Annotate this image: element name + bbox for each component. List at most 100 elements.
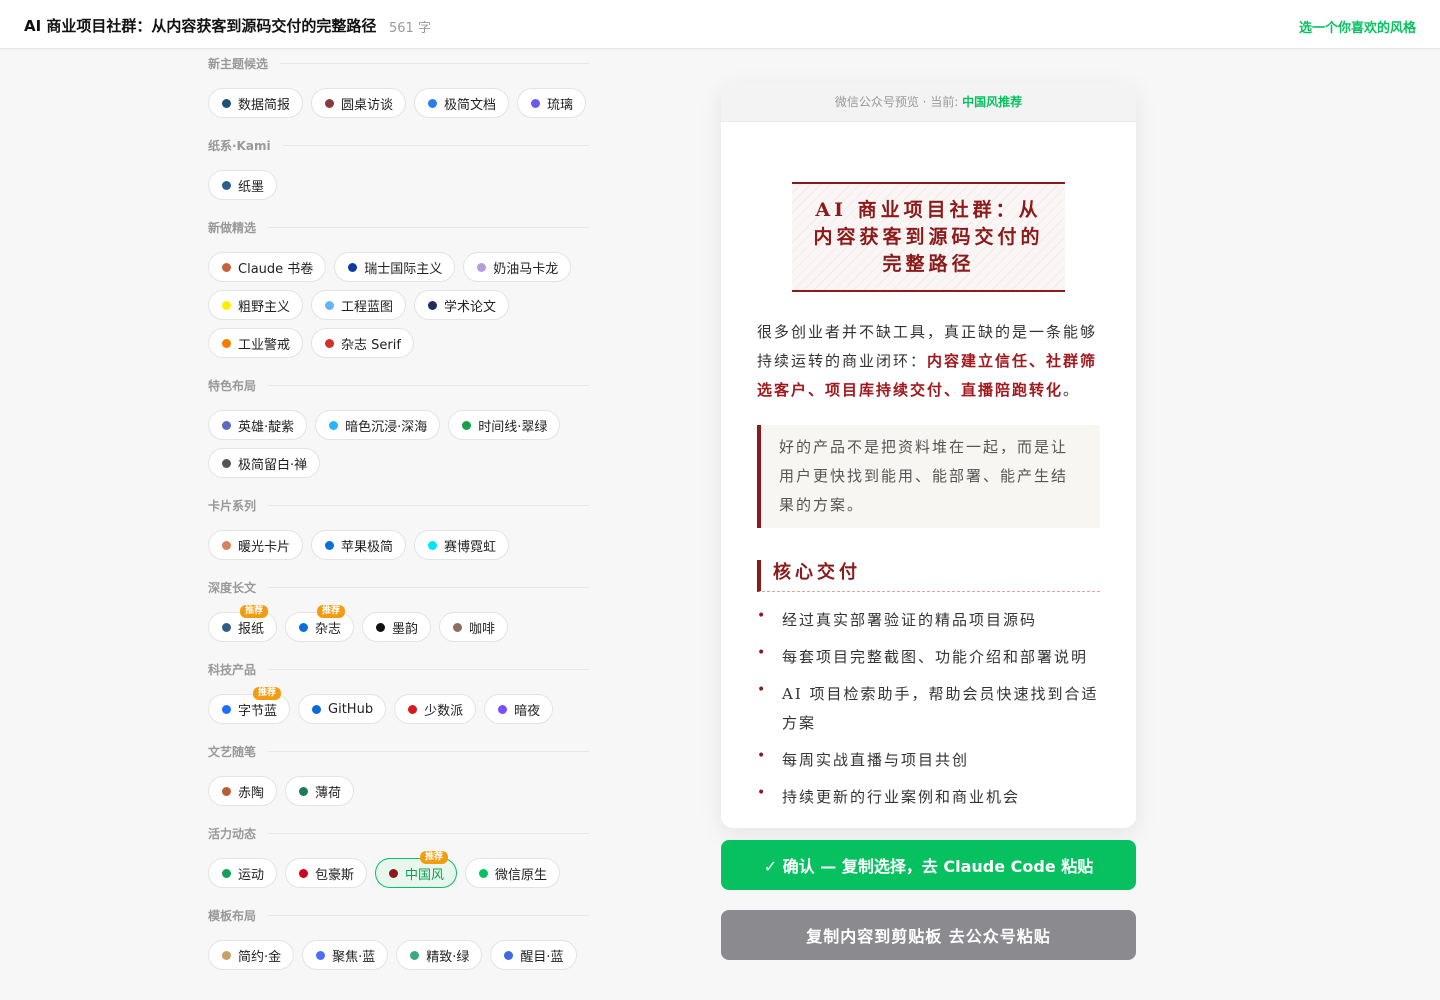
divider [280, 63, 589, 64]
paragraph-end: 。 [1063, 381, 1081, 399]
list-item: 经过真实部署验证的精品项目源码 [757, 602, 1100, 635]
theme-chip-label: 赛博霓虹 [444, 539, 497, 555]
theme-chip-label: 薄荷 [315, 785, 342, 801]
theme-chip-label: 时间线·翠绿 [478, 419, 548, 435]
theme-chip[interactable]: 瑞士国际主义 [334, 252, 456, 282]
theme-chip-label: 瑞士国际主义 [364, 261, 443, 277]
theme-chip[interactable]: 苹果极简 [311, 530, 407, 560]
theme-chip-label: 咖啡 [469, 621, 496, 637]
confirm-copy-selection-button[interactable]: ✓ 确认 — 复制选择，去 Claude Code 粘贴 [721, 840, 1136, 890]
theme-chip[interactable]: 少数派 [394, 694, 477, 724]
theme-chip-group: 简约·金 聚焦·蓝 精致·绿 醒目·蓝 [208, 929, 589, 984]
theme-group-header: 模板布局 [208, 902, 589, 929]
theme-chip[interactable]: 工程蓝图 [311, 290, 407, 320]
theme-chip[interactable]: 极简文档 [414, 88, 510, 118]
theme-chip[interactable]: Claude 书卷 [208, 252, 327, 282]
theme-chip[interactable]: 聚焦·蓝 [302, 940, 389, 970]
list-item: 持续更新的行业案例和商业机会 [757, 779, 1100, 812]
theme-chip-label: 墨韵 [392, 621, 419, 637]
theme-chip[interactable]: 暖光卡片 [208, 530, 304, 560]
color-dot-icon [222, 338, 231, 348]
theme-chip[interactable]: 时间线·翠绿 [448, 410, 561, 440]
color-dot-icon [222, 622, 231, 632]
theme-chip[interactable]: 墨韵 [362, 612, 432, 642]
preview-list: 经过真实部署验证的精品项目源码每套项目完整截图、功能介绍和部署说明 AI 项目检索… [757, 602, 1100, 812]
theme-chip[interactable]: 奶油马卡龙 [463, 252, 572, 282]
theme-chip-label: 简约·金 [238, 949, 282, 965]
theme-chip-label: 醒目·蓝 [520, 949, 564, 965]
color-dot-icon [222, 540, 231, 550]
theme-chip-label: 纸墨 [238, 179, 265, 195]
color-dot-icon [479, 868, 489, 878]
color-dot-icon [222, 458, 231, 468]
theme-group-title: 活力动态 [208, 827, 257, 841]
theme-chip[interactable]: 中国风 推荐 [375, 851, 458, 888]
theme-chip[interactable]: 赛博霓虹 [414, 530, 510, 560]
theme-chip[interactable]: 圆桌访谈 [311, 88, 407, 118]
theme-chip-label: GitHub [328, 701, 374, 717]
color-dot-icon [504, 950, 514, 960]
color-dot-icon [410, 950, 420, 960]
theme-chip-label: 运动 [238, 867, 265, 883]
theme-chip[interactable]: 工业警戒 [208, 328, 304, 358]
theme-group-header: 深度长文 [208, 574, 589, 601]
theme-chip[interactable]: 琉璃 [517, 88, 587, 118]
copy-to-clipboard-button[interactable]: 复制内容到剪贴板 去公众号粘贴 [721, 910, 1136, 960]
divider [268, 751, 589, 752]
theme-chip[interactable]: 咖啡 [439, 612, 509, 642]
theme-chip[interactable]: 极简留白·禅 [208, 448, 321, 478]
theme-chip[interactable]: 包豪斯 [285, 858, 368, 888]
theme-group-title: 新主题候选 [208, 57, 269, 71]
theme-chip[interactable]: 赤陶 [208, 776, 278, 806]
theme-chip-group: 运动 包豪斯 中国风 推荐 微信原生 [208, 847, 589, 902]
theme-chip-label: 字节蓝 [238, 703, 278, 719]
color-dot-icon [222, 300, 231, 310]
theme-chip-label: 精致·绿 [426, 949, 470, 965]
theme-chip[interactable]: GitHub [298, 694, 387, 724]
theme-chip-label: 奶油马卡龙 [493, 261, 559, 277]
divider [268, 915, 589, 916]
theme-chip[interactable]: 精致·绿 [396, 940, 483, 970]
theme-chip-label: 少数派 [424, 703, 464, 719]
divider [268, 833, 589, 834]
theme-chip-label: 英雄·靛紫 [238, 419, 295, 435]
article-title: AI 商业项目社群：从内容获客到源码交付的完整路径 [24, 17, 377, 35]
theme-chip[interactable]: 简约·金 [208, 940, 295, 970]
theme-group-header: 纸系·Kami [208, 132, 589, 159]
theme-chip[interactable]: 杂志 Serif [311, 328, 414, 358]
theme-chip[interactable]: 运动 [208, 858, 278, 888]
theme-group-header: 新做精选 [208, 214, 589, 241]
theme-chip[interactable]: 字节蓝 推荐 [208, 687, 291, 724]
theme-chip-label: 数据简报 [238, 97, 291, 113]
theme-chip[interactable]: 微信原生 [465, 858, 561, 888]
preview-section-title: 核心交付 [757, 560, 1100, 592]
theme-chip[interactable]: 报纸 推荐 [208, 605, 278, 642]
theme-chip[interactable]: 学术论文 [414, 290, 510, 320]
theme-group-title: 卡片系列 [208, 499, 257, 513]
theme-chip-label: 报纸 [238, 621, 265, 637]
top-bar: AI 商业项目社群：从内容获客到源码交付的完整路径 561 字 选一个你喜欢的风… [0, 0, 1440, 49]
theme-group-title: 文艺随笔 [208, 745, 257, 759]
color-dot-icon [312, 704, 322, 714]
divider [268, 669, 589, 670]
theme-chip-label: 极简文档 [444, 97, 497, 113]
theme-chip[interactable]: 数据简报 [208, 88, 304, 118]
wechat-preview: 微信公众号预览 · 当前: 中国风推荐 AI 商业项目社群：从内容获客到源码交付… [721, 82, 1136, 828]
theme-chip[interactable]: 薄荷 [285, 776, 355, 806]
theme-chip[interactable]: 英雄·靛紫 [208, 410, 308, 440]
theme-chip[interactable]: 粗野主义 [208, 290, 304, 320]
color-dot-icon [222, 180, 231, 190]
preview-article-title: AI 商业项目社群：从内容获客到源码交付的完整路径 [792, 182, 1065, 292]
list-item: AI 项目检索助手，帮助会员快速找到合适方案 [757, 676, 1100, 738]
theme-chip[interactable]: 暗夜 [484, 694, 554, 724]
theme-group-title: 特色布局 [208, 379, 257, 393]
color-dot-icon [453, 622, 463, 632]
divider [268, 587, 589, 588]
theme-chip-group: 报纸 推荐 杂志 推荐 墨韵 咖啡 [208, 601, 589, 656]
theme-chip-label: 极简留白·禅 [238, 457, 308, 473]
theme-chip[interactable]: 醒目·蓝 [490, 940, 577, 970]
theme-chip[interactable]: 纸墨 [208, 170, 278, 200]
theme-chip[interactable]: 杂志 推荐 [285, 605, 355, 642]
color-dot-icon [325, 98, 335, 108]
theme-chip[interactable]: 暗色沉浸·深海 [315, 410, 441, 440]
